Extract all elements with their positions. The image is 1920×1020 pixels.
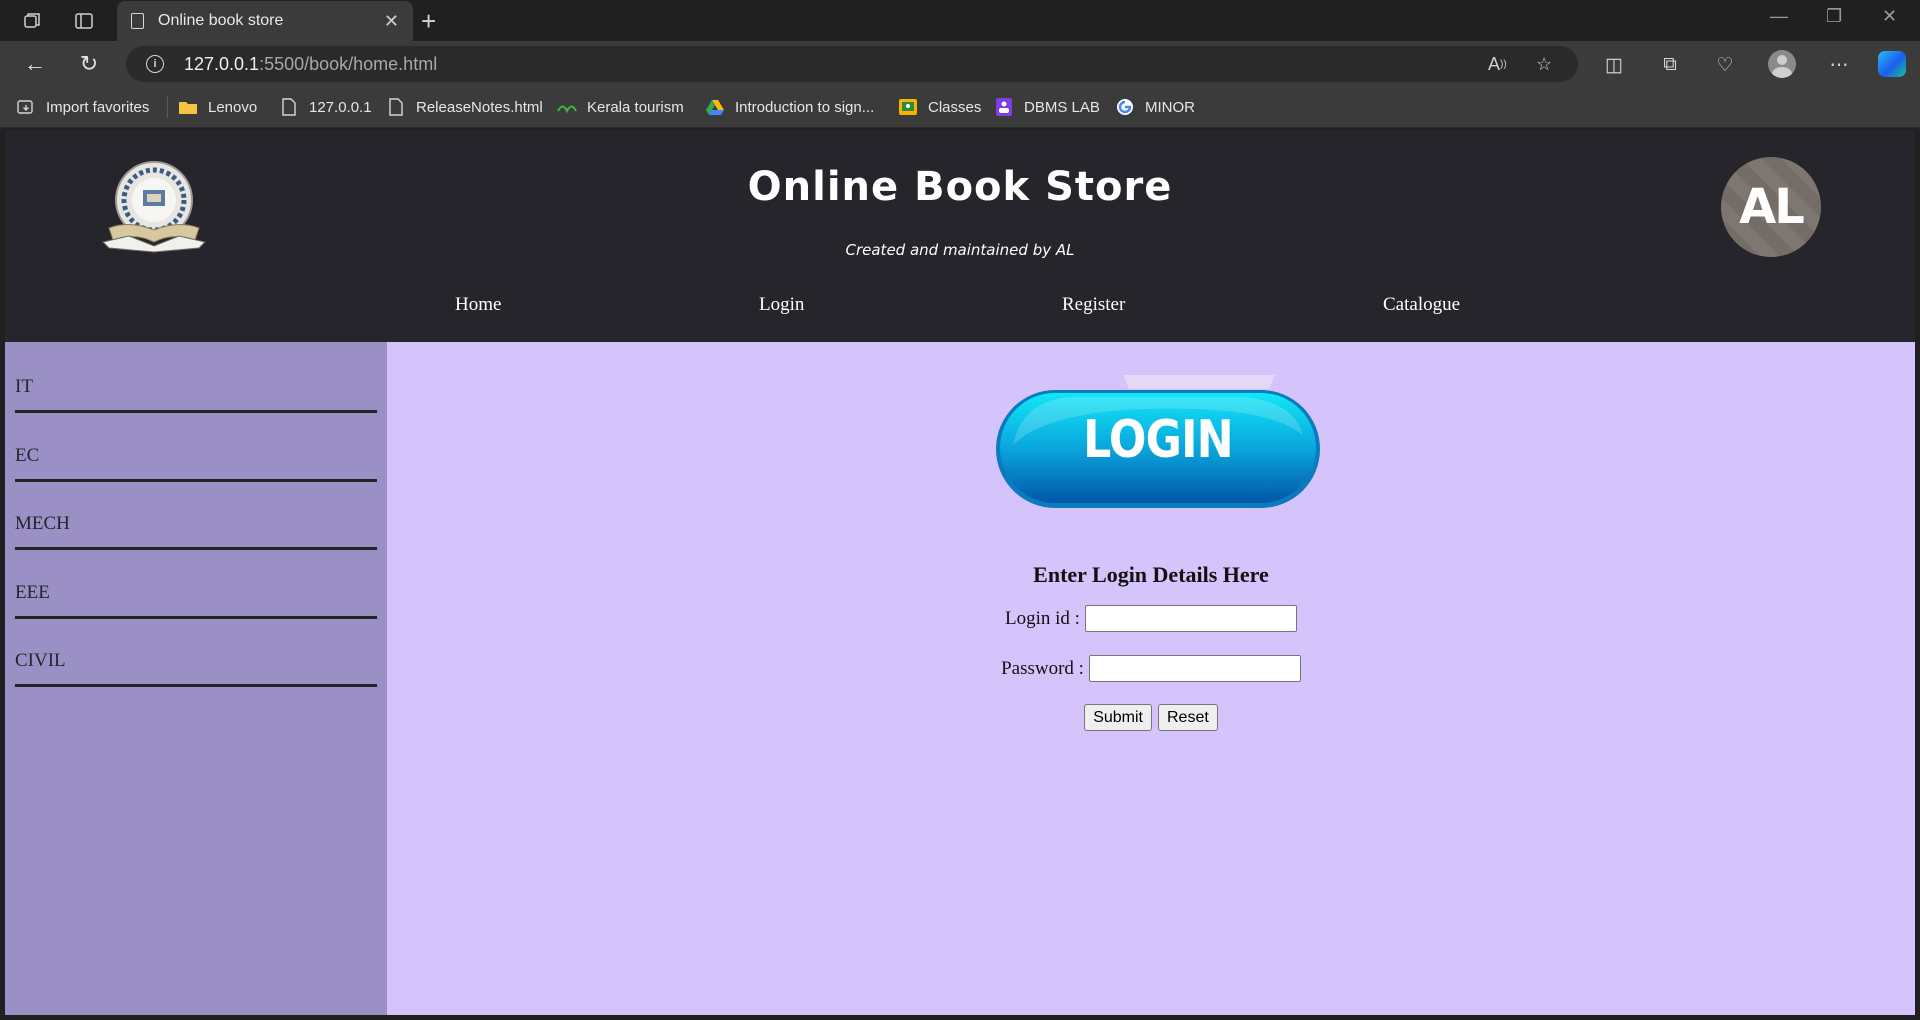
page-icon: [279, 98, 299, 116]
page-icon: [386, 98, 406, 116]
restore-icon[interactable]: ❐: [1826, 6, 1842, 27]
close-tab-icon[interactable]: ✕: [384, 11, 399, 32]
url-host: 127.0.0.1: [184, 53, 260, 74]
sidebar-item-civil[interactable]: CIVIL: [15, 650, 377, 687]
split-screen-icon[interactable]: ◫: [1601, 52, 1627, 78]
profile-avatar-icon[interactable]: [1768, 50, 1796, 78]
minimize-icon[interactable]: —: [1770, 6, 1788, 27]
al-avatar-logo: AL: [1721, 157, 1821, 257]
login-banner-text: LOGIN: [1083, 410, 1233, 470]
address-bar[interactable]: i 127.0.0.1:5500/book/home.html A)) ☆: [126, 46, 1578, 82]
reset-button[interactable]: Reset: [1158, 704, 1218, 731]
nav-catalogue-link[interactable]: Catalogue: [1383, 294, 1460, 316]
refresh-icon[interactable]: ↻: [74, 49, 104, 79]
url-path: :5500/book/home.html: [259, 53, 438, 74]
bookmark-lenovo[interactable]: Lenovo: [178, 86, 257, 128]
close-window-icon[interactable]: ✕: [1882, 6, 1897, 27]
back-icon[interactable]: ←: [20, 49, 50, 79]
collections-icon[interactable]: ⧉: [1657, 52, 1683, 78]
workspaces-icon[interactable]: [19, 8, 45, 34]
bookmark-import-favorites[interactable]: Import favorites: [16, 86, 149, 128]
password-label: Password :: [1001, 657, 1084, 679]
classroom-icon: [898, 98, 918, 116]
folder-icon: [178, 98, 198, 116]
read-aloud-icon[interactable]: A)): [1488, 46, 1507, 82]
browser-tab-bar: Online book store ✕ + — ❐ ✕: [0, 0, 1920, 41]
bookmark-dbms-lab[interactable]: DBMS LAB: [994, 86, 1100, 128]
active-tab[interactable]: Online book store ✕: [117, 1, 413, 41]
login-id-row: Login id :: [387, 605, 1915, 632]
form-heading: Enter Login Details Here: [1033, 562, 1269, 587]
copilot-icon[interactable]: [1878, 51, 1906, 77]
import-icon: [16, 98, 36, 116]
login-id-label: Login id :: [1005, 607, 1080, 629]
browser-toolbar: ← ↻ i 127.0.0.1:5500/book/home.html A)) …: [0, 41, 1920, 86]
site-subtitle: Created and maintained by AL: [845, 241, 1075, 259]
nav-home-link[interactable]: Home: [455, 294, 501, 316]
bookmark-kerala-tourism[interactable]: Kerala tourism: [557, 86, 684, 128]
sidebar-item-it[interactable]: IT: [15, 376, 377, 413]
password-input[interactable]: [1088, 655, 1301, 682]
nav-register-link[interactable]: Register: [1062, 294, 1125, 316]
new-tab-icon[interactable]: +: [421, 6, 436, 37]
favorite-star-icon[interactable]: ☆: [1536, 46, 1552, 82]
login-id-input[interactable]: [1084, 605, 1297, 632]
login-main-area: LOGIN Enter Login Details Here Login id …: [387, 342, 1915, 1015]
more-menu-icon[interactable]: ⋯: [1826, 52, 1852, 78]
vertical-tabs-icon[interactable]: [71, 8, 97, 34]
bookmark-minor[interactable]: MINOR: [1115, 86, 1195, 128]
page-viewport: Online Book Store Created and maintained…: [5, 130, 1915, 1015]
bookmark-classes[interactable]: Classes: [898, 86, 981, 128]
form-buttons-row: Submit Reset: [387, 704, 1915, 731]
site-title: Online Book Store: [747, 164, 1173, 210]
submit-button[interactable]: Submit: [1084, 704, 1152, 731]
forms-icon: [994, 98, 1014, 116]
site-header: Online Book Store Created and maintained…: [5, 130, 1915, 342]
site-info-icon[interactable]: i: [146, 55, 164, 73]
bookmark-releasenotes[interactable]: ReleaseNotes.html: [386, 86, 543, 128]
google-icon: [1115, 98, 1135, 116]
drive-icon: [705, 98, 725, 116]
bookmarks-bar: Import favorites Lenovo 127.0.0.1 Releas…: [0, 86, 1920, 128]
bookmark-introduction[interactable]: Introduction to sign...: [705, 86, 874, 128]
sidebar-item-mech[interactable]: MECH: [15, 513, 377, 550]
bookmark-separator: [167, 96, 168, 118]
sidebar-item-ec[interactable]: EC: [15, 445, 377, 482]
browser-essentials-icon[interactable]: ♡: [1712, 52, 1738, 78]
page-icon: [131, 13, 144, 29]
nav-login-link[interactable]: Login: [759, 294, 804, 316]
sidebar-item-eee[interactable]: EEE: [15, 582, 377, 619]
login-banner-image: LOGIN: [993, 375, 1323, 515]
tab-title: Online book store: [158, 12, 284, 29]
department-sidebar: IT EC MECH EEE CIVIL: [5, 342, 387, 1015]
bookmark-localhost[interactable]: 127.0.0.1: [279, 86, 372, 128]
kerala-icon: [557, 98, 577, 116]
password-row: Password :: [387, 655, 1915, 682]
